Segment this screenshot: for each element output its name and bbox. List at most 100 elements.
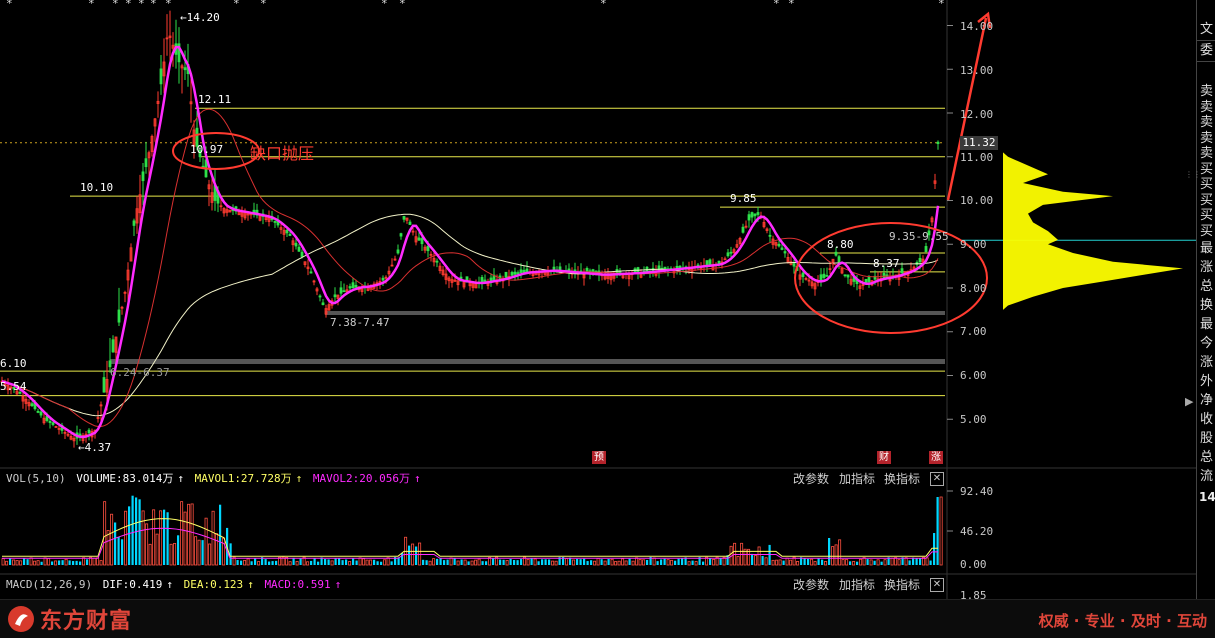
candle-body [30,403,34,407]
volume-bar [43,557,47,566]
up-arrow-icon: ↑ [295,472,303,485]
sidebar-field-label: 买 [1199,192,1213,208]
tab-trades[interactable]: 文 [1197,20,1215,40]
event-star[interactable]: * [233,0,240,10]
volume-bar [68,560,71,565]
volume-bar [607,558,610,565]
swap-indicator-button[interactable]: 换指标 [884,577,920,593]
candle-body [339,287,343,294]
sidebar-field-label: 卖 [1199,84,1213,99]
volume-bar [240,560,243,565]
change-params-button[interactable]: 改参数 [793,577,829,593]
volume-bar [824,561,828,566]
finance-marker[interactable]: 财 [877,451,891,464]
event-star[interactable]: * [138,0,145,10]
volume-bar [439,557,442,565]
volume-bar [355,560,358,565]
limit-up-marker[interactable]: 涨 [929,451,943,464]
volume-bar [694,561,698,566]
volume-bar [288,561,292,566]
volume-bar [610,558,614,566]
volume-bar [915,558,918,565]
swap-indicator-button[interactable]: 换指标 [884,471,920,487]
volume-bar [674,560,677,565]
volume-bar [128,506,131,565]
volume-bar [754,555,758,566]
tab-orders[interactable]: 委 [1197,40,1215,61]
candle-body [144,158,148,168]
close-icon[interactable]: ✕ [930,578,944,592]
change-params-button[interactable]: 改参数 [793,471,829,487]
volume-bar [883,559,887,566]
volume-bar [579,559,582,565]
volume-bar [211,510,215,566]
brand-logo: 东方财富 [8,605,132,634]
event-star[interactable]: * [600,0,607,10]
candle-body [435,260,439,263]
event-star[interactable]: * [399,0,406,10]
volume-bar [897,559,901,566]
macd-indicator-bar: MACD(12,26,9) DIF:0.419 ↑ DEA:0.123 ↑ MACD… [6,576,345,593]
up-arrow-icon: ↑ [166,578,173,591]
volume-bar [768,544,771,565]
event-star[interactable]: * [938,0,945,10]
add-indicator-button[interactable]: 加指标 [839,577,875,593]
candle-body [51,422,55,425]
volume-bar [841,559,845,566]
volume-bar [663,558,666,565]
sidebar-field-label: 卖 [1199,99,1213,115]
volume-bar [778,559,782,566]
indicator-name[interactable]: VOL(5,10) [6,472,66,485]
event-star[interactable]: * [381,0,388,10]
volume-bar [376,561,379,565]
event-star[interactable]: * [6,0,13,10]
volume-bar [183,511,187,566]
volume-bar [436,558,439,565]
forecast-marker[interactable]: 预 [592,451,606,464]
indicator-name[interactable]: MACD(12,26,9) [6,578,92,591]
volume-bar [163,509,166,565]
volume-bar [849,561,852,565]
close-icon[interactable]: ✕ [930,472,944,486]
left-price-label: 6.10 [0,357,27,370]
volume-bar [299,558,302,565]
collapse-arrow-icon[interactable]: ▶ [1185,395,1193,408]
volume-bar [666,559,670,566]
volume-bar [36,560,40,566]
kline-chart[interactable] [0,0,1215,637]
axis-label: 8.00 [960,282,987,295]
event-star[interactable]: * [112,0,119,10]
volume-bar [138,499,141,565]
candle-body [117,309,121,323]
level-label: 8.80 [827,238,854,251]
volume-bar [813,561,817,566]
volume-bar [334,558,337,565]
event-star[interactable]: * [165,0,172,10]
event-star[interactable]: * [88,0,95,10]
event-star[interactable]: * [125,0,132,10]
volume-bar [642,559,646,566]
candle-body [273,221,277,223]
volume-bar [197,539,201,566]
volume-bar [810,558,814,566]
high-price-label: ←14.20 [180,11,220,24]
event-star[interactable]: * [260,0,267,10]
volume-bar [152,509,156,566]
add-indicator-button[interactable]: 加指标 [839,471,875,487]
resize-handle-icon[interactable]: ⋮⋮ [1185,170,1201,179]
candle-body [333,294,337,298]
volume-bar [646,559,649,565]
axis-label: 5.00 [960,413,987,426]
event-star[interactable]: * [773,0,780,10]
candle-body [882,272,886,279]
candle-body [348,286,352,289]
volume-bar [485,561,488,565]
candle-body [408,221,412,225]
candle-body [510,272,514,276]
volume-bar [432,558,436,566]
volume-bar [617,560,621,566]
event-star[interactable]: * [150,0,157,10]
volume-bar [687,561,691,566]
volume-bar [58,560,61,565]
event-star[interactable]: * [788,0,795,10]
